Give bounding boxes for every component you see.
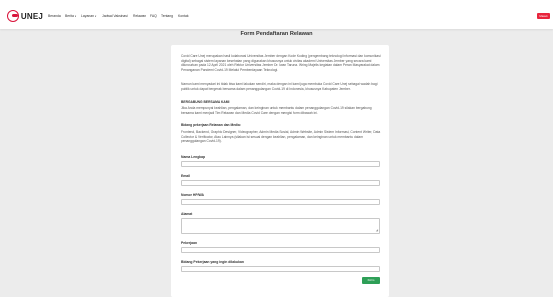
nav-item-kontak[interactable]: Kontak	[178, 14, 189, 18]
email-field[interactable]	[181, 180, 380, 186]
phone-label: Nomor HP/WA	[181, 193, 204, 197]
intro-paragraph: Jika Anda mempunyai keahlian, pengalaman…	[181, 106, 372, 115]
nav-label: Kontak	[178, 14, 189, 18]
work-field-label: Bidang Pekerjaan yang ingin dilakukan	[181, 260, 244, 264]
submit-button[interactable]: Kirim	[362, 277, 380, 284]
nav-label: Layanan	[81, 14, 95, 18]
navbar: UNEJ Beranda Berita▾ Layanan▾ Jadwal Vak…	[0, 0, 553, 29]
nav-item-faq[interactable]: FAQ	[150, 14, 157, 18]
work-field-input[interactable]	[181, 266, 380, 272]
nav-item-layanan[interactable]: Layanan▾	[81, 14, 96, 19]
nav-label: Tentang	[161, 14, 174, 18]
registration-card: Covid Care Unej merupakan hasil kolabora…	[171, 45, 389, 297]
name-input[interactable]	[181, 161, 380, 167]
nav-label: Berita	[65, 14, 74, 18]
brand-name: UNEJ	[20, 11, 43, 21]
brand-logo[interactable]: UNEJ	[7, 9, 43, 23]
job-input[interactable]	[181, 247, 380, 253]
unej-logo-icon	[7, 10, 19, 22]
nav-item-jadwal-vaksinasi[interactable]: Jadwal Vaksinasi	[102, 14, 128, 18]
address-textarea[interactable]: ◢	[181, 218, 380, 234]
page-title: Form Pendaftaran Relawan	[240, 31, 313, 37]
nav-item-berita[interactable]: Berita▾	[65, 14, 76, 19]
nav-label: Relawan	[133, 14, 147, 18]
nav-label: FAQ	[150, 14, 157, 18]
intro-paragraph: Namun kami menyadari ini tidak bisa kami…	[181, 82, 378, 91]
chevron-down-icon: ▾	[95, 15, 97, 18]
login-button[interactable]: Masuk	[537, 13, 550, 19]
chevron-down-icon: ▾	[74, 15, 77, 18]
nav-label: Jadwal Vaksinasi	[102, 14, 128, 18]
section-heading: Bidang pekerjaan Relawan dan Media:	[181, 123, 241, 127]
intro-paragraph: Frontend, Backend, Graphic Designer, Vid…	[181, 130, 381, 144]
nav-label: Beranda	[48, 14, 61, 18]
nav-item-relawan[interactable]: Relawan	[133, 14, 146, 18]
email-label: Email	[181, 174, 191, 178]
address-label: Alamat	[181, 212, 193, 216]
section-heading: BERGABUNG BERSAMA KAMI	[181, 100, 230, 104]
nav-item-beranda[interactable]: Beranda	[48, 14, 61, 18]
resize-handle-icon[interactable]: ◢	[376, 229, 378, 232]
job-label: Pekerjaan	[181, 241, 198, 245]
intro-paragraph: Covid Care Unej merupakan hasil kolabora…	[181, 54, 381, 72]
nav-item-tentang[interactable]: Tentang	[161, 14, 173, 18]
name-label: Nama Lengkap	[181, 155, 206, 159]
phone-input[interactable]	[181, 199, 380, 205]
